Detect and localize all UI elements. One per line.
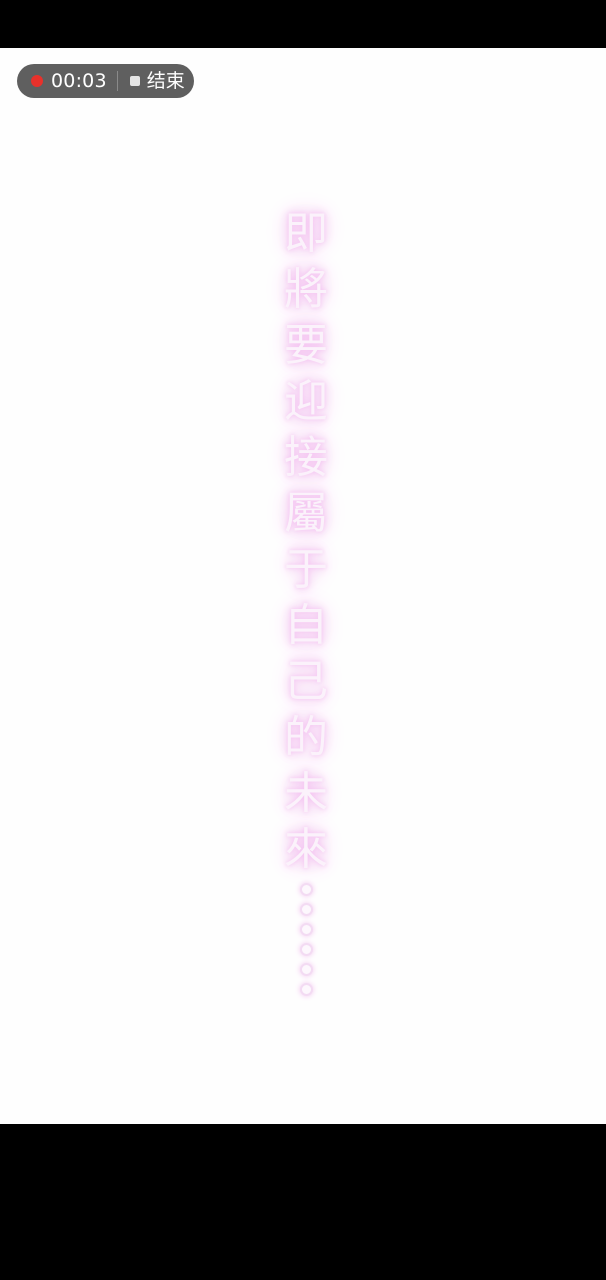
recording-timer: 00:03 [51, 70, 107, 92]
caption-char: 于 [284, 544, 328, 595]
screen-recording-pill[interactable]: 00:03 结束 [17, 64, 194, 98]
caption-char: 將 [284, 264, 328, 315]
caption-char: 未 [284, 768, 328, 819]
caption-char: 來 [284, 824, 328, 875]
ellipsis-dot [299, 883, 313, 896]
status-bar [0, 0, 606, 48]
ellipsis-dots [299, 880, 313, 1000]
stop-recording-button[interactable]: 结束 [129, 64, 185, 98]
caption-char: 即 [284, 208, 328, 259]
caption-char: 己 [284, 656, 328, 707]
stop-square-icon [129, 76, 140, 86]
recording-dot-icon [31, 75, 43, 87]
ellipsis-dot [299, 983, 313, 996]
ellipsis-dot [299, 943, 313, 956]
caption-char: 自 [284, 600, 328, 651]
vertical-caption: 即 將 要 迎 接 屬 于 自 己 的 未 來 [280, 206, 332, 1000]
screen: 即 將 要 迎 接 屬 于 自 己 的 未 來 00:03 结束 [0, 0, 606, 1280]
stop-label: 结束 [146, 70, 185, 92]
caption-char: 接 [284, 432, 328, 483]
pill-divider [116, 71, 118, 91]
ellipsis-dot [299, 963, 313, 976]
navigation-bar [0, 1124, 606, 1280]
caption-char: 的 [284, 712, 328, 763]
content-area: 即 將 要 迎 接 屬 于 自 己 的 未 來 [0, 48, 606, 1124]
caption-char: 要 [284, 320, 328, 371]
ellipsis-dot [299, 903, 313, 916]
ellipsis-dot [299, 923, 313, 936]
caption-char: 屬 [284, 488, 328, 539]
caption-char: 迎 [284, 376, 328, 427]
